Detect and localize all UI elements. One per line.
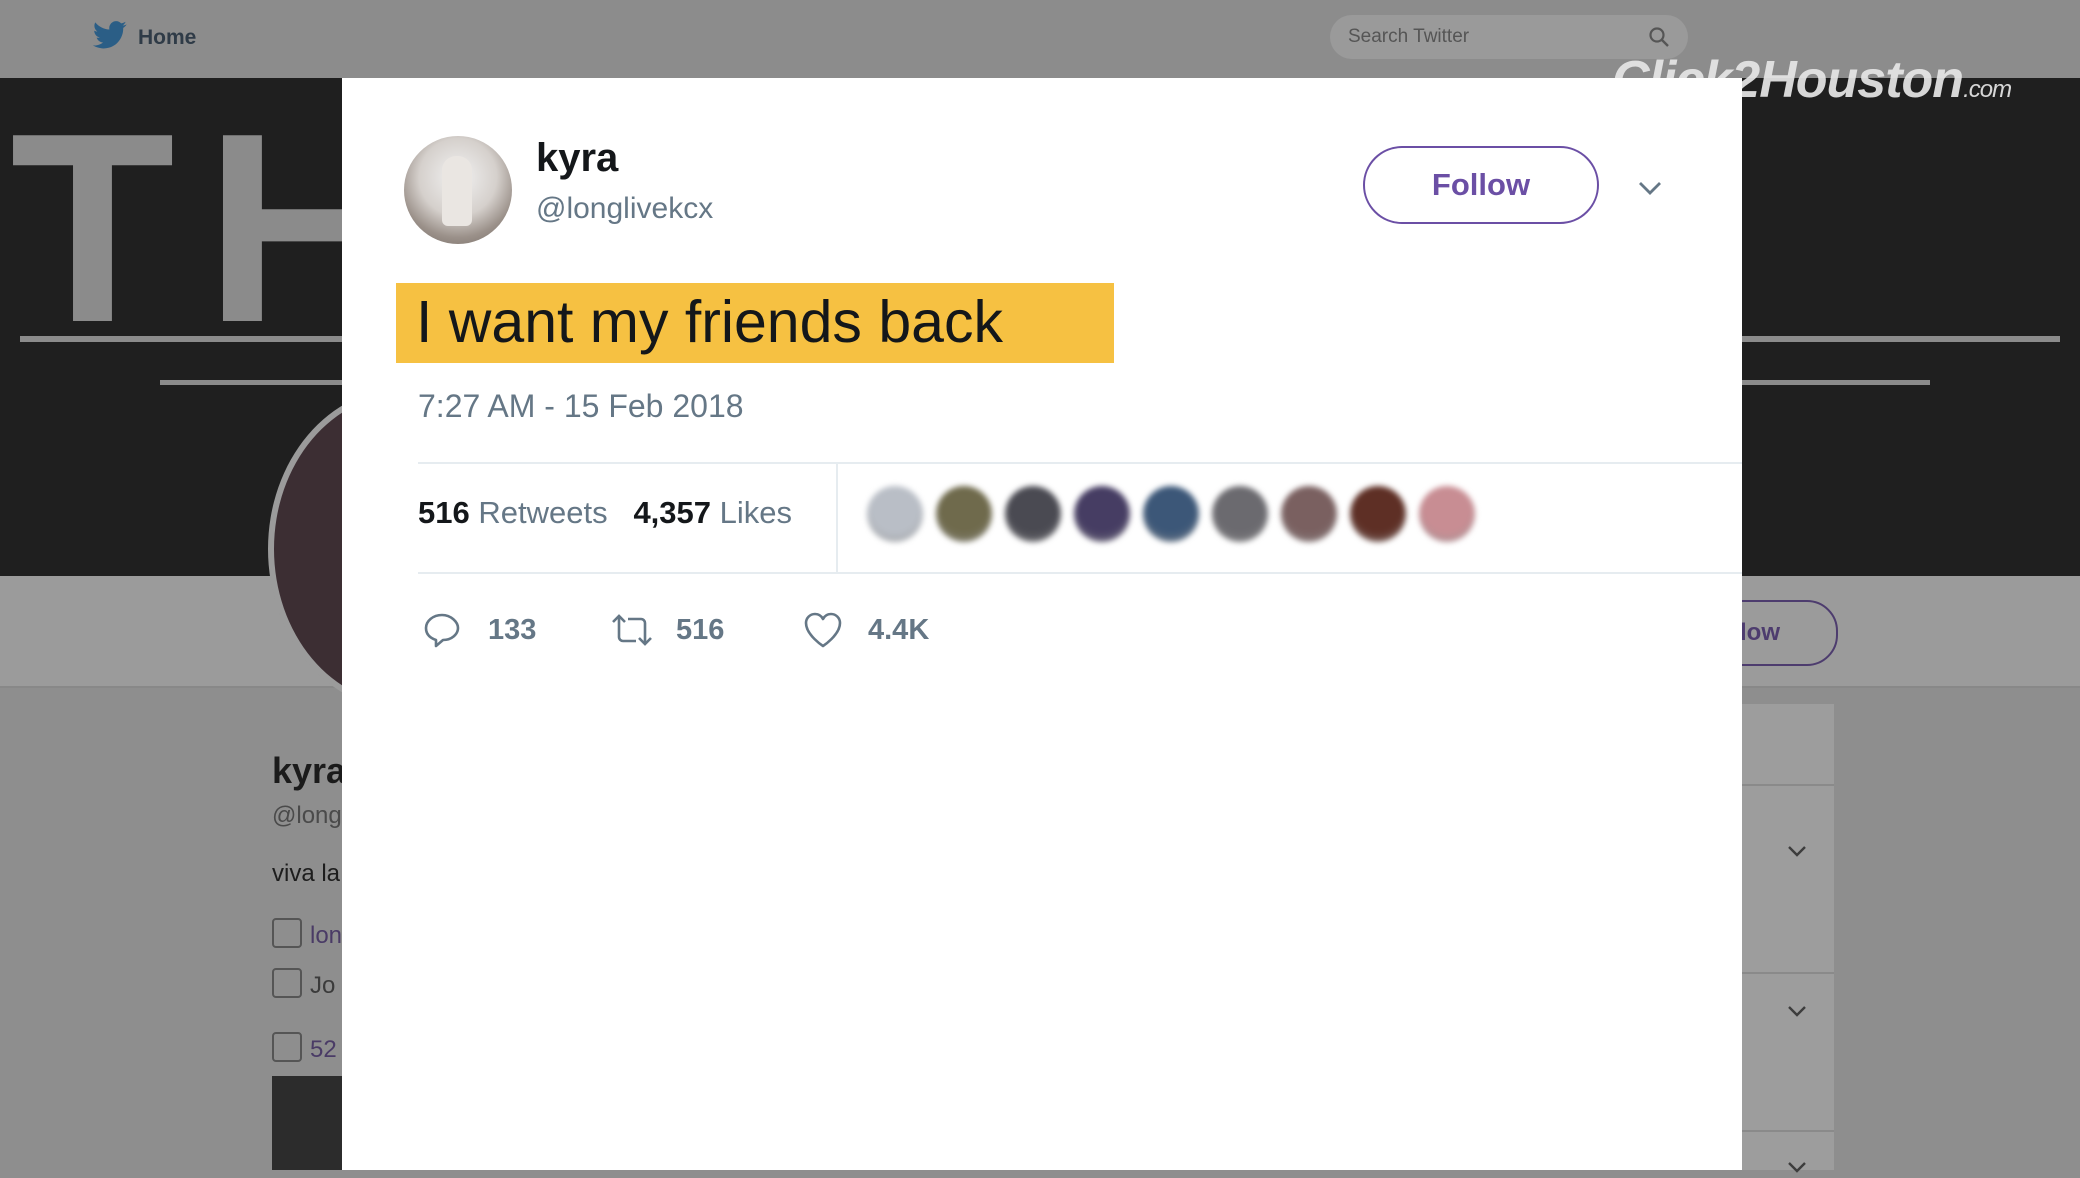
- reply-count: 133: [488, 614, 537, 646]
- sidebar-divider: [1742, 972, 1834, 974]
- divider: [418, 462, 1742, 464]
- tweet-timestamp[interactable]: 7:27 AM - 15 Feb 2018: [418, 388, 744, 425]
- follow-button[interactable]: Follow: [1363, 146, 1599, 224]
- tweet-modal: kyra @longlivekcx Follow I want my frien…: [342, 78, 1742, 1170]
- link-icon: [272, 918, 302, 948]
- likes-count: 4,357: [633, 495, 712, 530]
- liker-avatar[interactable]: [936, 486, 992, 542]
- liker-avatar[interactable]: [1212, 486, 1268, 542]
- right-sidebar-panel: [1742, 704, 1834, 1170]
- home-link[interactable]: Home: [138, 26, 196, 50]
- profile-link-text: lon: [310, 922, 343, 949]
- liker-avatar[interactable]: [1419, 486, 1475, 542]
- like-count: 4.4K: [868, 614, 930, 646]
- profile-handle: @long: [272, 802, 342, 829]
- retweet-count: 516: [676, 614, 725, 646]
- chevron-down-icon[interactable]: [1786, 1000, 1808, 1022]
- background-follow-label: low: [1740, 619, 1780, 646]
- liker-avatar[interactable]: [867, 486, 923, 542]
- retweet-icon: [612, 614, 652, 646]
- retweets-stat[interactable]: 516 Retweets: [418, 495, 608, 530]
- profile-bio: viva la: [272, 860, 341, 887]
- liker-avatar[interactable]: [1143, 486, 1199, 542]
- liker-avatar[interactable]: [1074, 486, 1130, 542]
- watermark-suffix: .com: [1963, 76, 2012, 103]
- chevron-down-icon[interactable]: [1636, 174, 1664, 202]
- twitter-bird-icon[interactable]: [92, 20, 128, 52]
- tweet-stats: 516 Retweets 4,357 Likes: [418, 495, 792, 531]
- search-icon[interactable]: [1648, 26, 1670, 48]
- reply-action[interactable]: 133: [422, 604, 552, 654]
- profile-joined: Jo: [272, 968, 335, 1000]
- retweets-label: Retweets: [478, 495, 608, 530]
- tweet-author-handle[interactable]: @longlivekcx: [536, 192, 713, 226]
- profile-media-thumbnail[interactable]: [272, 1076, 352, 1170]
- profile-name: kyra: [272, 750, 347, 791]
- heart-icon: [804, 612, 842, 648]
- search-placeholder: Search Twitter: [1348, 26, 1470, 47]
- chevron-down-icon[interactable]: [1786, 840, 1808, 862]
- tweet-text: I want my friends back: [416, 289, 1003, 355]
- profile-joined-text: Jo: [310, 972, 336, 999]
- tweet-author-name[interactable]: kyra: [536, 136, 618, 181]
- profile-photos-text: 52: [310, 1036, 337, 1063]
- retweets-count: 516: [418, 495, 470, 530]
- image-icon: [272, 1032, 302, 1062]
- liker-avatar[interactable]: [1005, 486, 1061, 542]
- sidebar-divider: [1742, 1130, 1834, 1132]
- stats-separator: [836, 464, 838, 572]
- retweet-action[interactable]: 516: [610, 604, 740, 654]
- divider: [418, 572, 1742, 574]
- profile-photos-link[interactable]: 52: [272, 1032, 337, 1064]
- likes-label: Likes: [719, 495, 793, 530]
- avatar-figure: [442, 156, 472, 226]
- likes-stat[interactable]: 4,357 Likes: [633, 495, 792, 530]
- reply-icon: [424, 613, 460, 648]
- liker-avatar[interactable]: [1281, 486, 1337, 542]
- tweet-text-highlight: I want my friends back: [396, 283, 1114, 363]
- calendar-icon: [272, 968, 302, 998]
- like-action[interactable]: 4.4K: [802, 604, 952, 654]
- liker-avatar[interactable]: [1350, 486, 1406, 542]
- chevron-down-icon[interactable]: [1786, 1156, 1808, 1178]
- tweet-author-avatar[interactable]: [404, 136, 512, 244]
- profile-link[interactable]: lon: [272, 918, 342, 950]
- sidebar-divider: [1742, 784, 1834, 786]
